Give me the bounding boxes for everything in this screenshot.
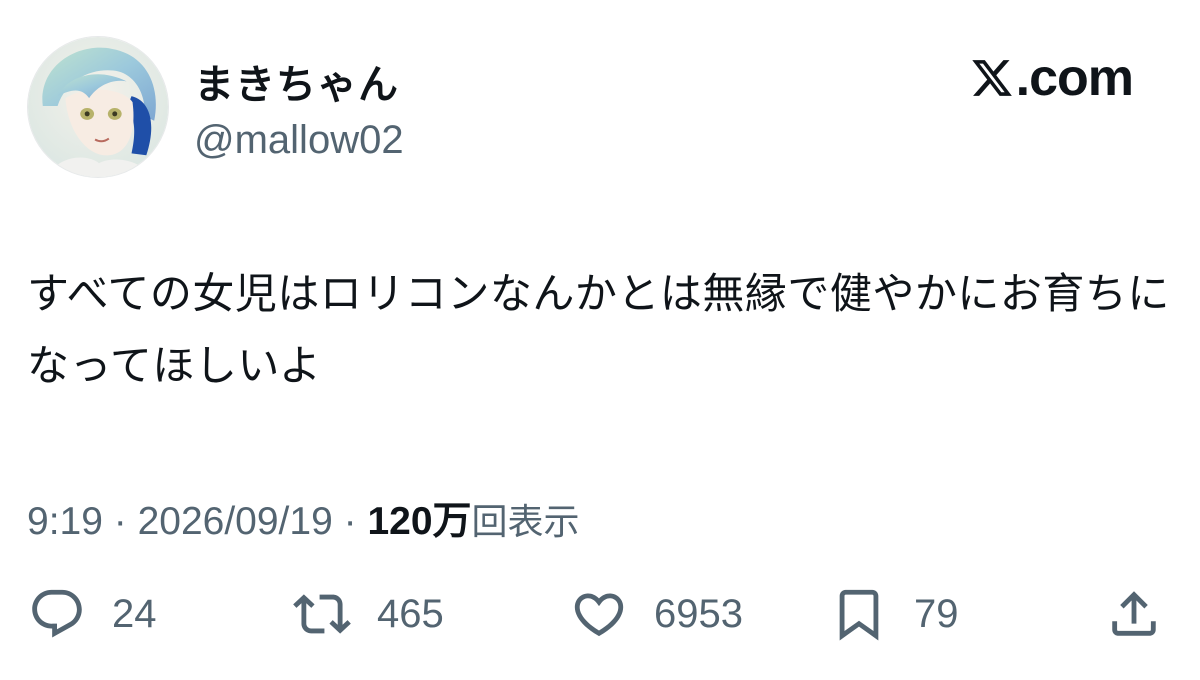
brand-logo: .com — [970, 49, 1134, 107]
x-logo-icon — [970, 56, 1014, 100]
bookmark-count: 79 — [914, 591, 959, 636]
meta-separator: · — [102, 500, 138, 543]
views-label: 回表示 — [471, 502, 580, 543]
repost-button[interactable]: 465 — [293, 585, 444, 643]
reply-button[interactable]: 24 — [28, 585, 157, 643]
tweet-meta: 9:19 · 2026/09/19 · 120万回表示 — [27, 490, 580, 546]
like-count: 6953 — [654, 591, 743, 636]
meta-separator: · — [332, 500, 368, 543]
views-count: 120万 — [367, 500, 472, 543]
tweet-date[interactable]: 2026/09/19 — [138, 500, 333, 543]
tweet-text: すべての女児はロリコンなんかとは無縁で健やかにお育ちになってほしいよ — [27, 269, 1170, 390]
avatar-image — [28, 37, 168, 177]
bookmark-button[interactable]: 79 — [830, 585, 959, 643]
reply-icon — [28, 585, 86, 643]
tweet-time[interactable]: 9:19 — [27, 500, 103, 543]
reply-count: 24 — [112, 591, 157, 636]
repost-count: 465 — [377, 591, 444, 636]
share-icon — [1105, 585, 1163, 643]
bookmark-icon — [830, 585, 888, 643]
heart-icon — [570, 585, 628, 643]
share-button[interactable] — [1105, 585, 1163, 643]
action-bar: 24 465 6953 79 — [0, 585, 1200, 655]
tweet-card: まきちゃん @mallow02 .com すべての女児はロリコンなんかとは無縁で… — [0, 0, 1200, 680]
brand-domain: .com — [1015, 49, 1134, 107]
user-handle[interactable]: @mallow02 — [194, 118, 404, 163]
like-button[interactable]: 6953 — [570, 585, 743, 643]
avatar[interactable] — [27, 36, 169, 178]
display-name[interactable]: まきちゃん — [194, 52, 399, 110]
repost-icon — [293, 585, 351, 643]
